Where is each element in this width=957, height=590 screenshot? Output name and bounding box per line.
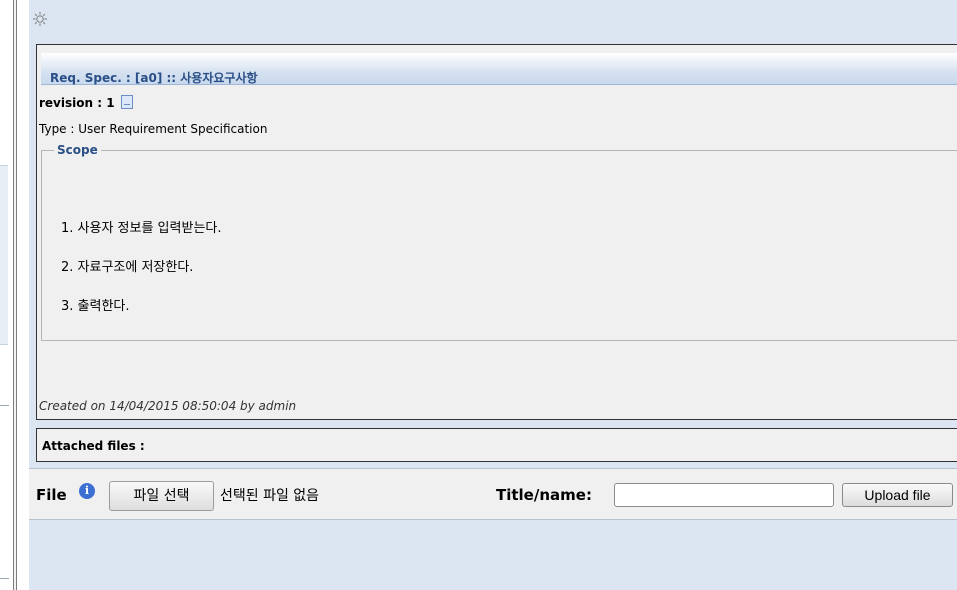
file-label: File	[36, 486, 67, 504]
title-name-label: Title/name:	[496, 486, 592, 504]
created-info: Created on 14/04/2015 08:50:04 by admin	[39, 399, 297, 413]
pane-splitter[interactable]	[13, 0, 17, 590]
document-icon[interactable]	[121, 95, 134, 109]
left-pane	[0, 0, 10, 590]
revision-label: revision : 1	[39, 96, 115, 110]
info-icon[interactable]: i	[79, 483, 95, 499]
scope-item: 3. 출력한다.	[61, 299, 130, 314]
attached-files-panel: Attached files :	[36, 428, 957, 462]
left-divider	[0, 405, 9, 406]
upload-form: File i 파일 선택 선택된 파일 없음 Title/name: Uploa…	[29, 468, 957, 520]
left-divider-bottom	[0, 578, 9, 579]
title-name-input[interactable]	[614, 483, 834, 507]
revision-row: revision : 1	[39, 95, 134, 110]
choose-file-button[interactable]: 파일 선택	[109, 481, 214, 511]
scope-list: 1. 사용자 정보를 입력받는다. 2. 자료구조에 저장한다. 3. 출력한다…	[61, 217, 222, 334]
gear-icon[interactable]	[32, 11, 48, 27]
scope-legend: Scope	[57, 143, 98, 157]
scope-item: 2. 자료구조에 저장한다.	[61, 260, 194, 275]
spec-title: Req. Spec. : [a0] :: 사용자요구사항	[41, 53, 957, 85]
spec-type: Type : User Requirement Specification	[39, 122, 268, 136]
scope-fieldset: Scope 1. 사용자 정보를 입력받는다. 2. 자료구조에 저장한다. 3…	[41, 143, 957, 341]
main-pane: Req. Spec. : [a0] :: 사용자요구사항 revision : …	[29, 0, 957, 590]
scope-item: 1. 사용자 정보를 입력받는다.	[61, 221, 222, 236]
attached-files-header: Attached files :	[42, 439, 145, 453]
requirement-spec-panel: Req. Spec. : [a0] :: 사용자요구사항 revision : …	[36, 44, 957, 420]
upload-file-button[interactable]: Upload file	[842, 483, 953, 507]
no-file-text: 선택된 파일 없음	[220, 488, 320, 504]
left-tree-panel	[0, 165, 8, 345]
